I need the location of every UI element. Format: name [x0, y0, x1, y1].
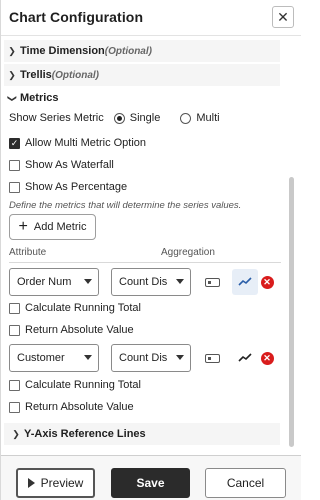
- absolute-value-row[interactable]: Return Absolute Value: [9, 401, 134, 413]
- series-metric-row: Show Series Metric Single Multi: [9, 112, 220, 124]
- trend-toggle-button[interactable]: [232, 269, 258, 295]
- label-toggle-button[interactable]: [202, 351, 222, 365]
- chevron-down-icon: [84, 279, 92, 284]
- radio-multi-label: Multi: [196, 112, 220, 124]
- absolute-value-checkbox[interactable]: [9, 324, 20, 336]
- section-label: Metrics: [20, 92, 59, 104]
- running-total-row[interactable]: Calculate Running Total: [9, 302, 141, 314]
- metrics-hint: Define the metrics that will determine t…: [9, 200, 242, 211]
- radio-single[interactable]: [113, 112, 125, 124]
- allow-multi-label: Allow Multi Metric Option: [25, 137, 147, 149]
- attribute-value: Order Num: [17, 276, 72, 288]
- running-total-label: Calculate Running Total: [25, 379, 141, 391]
- section-label: Y-Axis Reference Lines: [24, 428, 146, 440]
- delete-metric-button[interactable]: ✕: [260, 275, 274, 289]
- add-metric-button[interactable]: + Add Metric: [9, 214, 96, 240]
- waterfall-label: Show As Waterfall: [25, 159, 114, 171]
- label-icon: [204, 277, 220, 287]
- chart-configuration-panel: Chart Configuration ✕ ❯ Time Dimension (…: [0, 0, 301, 500]
- aggregation-value: Count Dis: [119, 352, 168, 364]
- section-label: Time Dimension: [20, 45, 105, 57]
- chevron-right-icon: ❯: [8, 45, 16, 56]
- scrollbar[interactable]: [289, 177, 294, 447]
- preview-button[interactable]: Preview: [16, 468, 95, 498]
- percentage-checkbox[interactable]: [9, 181, 20, 193]
- header-divider: [9, 262, 281, 263]
- label-toggle-button[interactable]: [202, 275, 222, 289]
- absolute-value-row[interactable]: Return Absolute Value: [9, 324, 134, 336]
- play-icon: [27, 478, 35, 488]
- delete-metric-button[interactable]: ✕: [260, 351, 274, 365]
- radio-single-label: Single: [129, 112, 161, 124]
- cancel-label: Cancel: [226, 476, 265, 490]
- percentage-row[interactable]: Show As Percentage: [9, 181, 127, 193]
- running-total-label: Calculate Running Total: [25, 302, 141, 314]
- chevron-down-icon: ❯: [7, 94, 18, 102]
- absolute-value-label: Return Absolute Value: [25, 401, 134, 413]
- save-label: Save: [136, 476, 165, 490]
- section-label: Trellis: [20, 69, 52, 81]
- series-metric-label: Show Series Metric: [9, 112, 104, 124]
- absolute-value-label: Return Absolute Value: [25, 324, 134, 336]
- section-time-dimension[interactable]: ❯ Time Dimension (Optional): [4, 40, 280, 62]
- remove-icon: ✕: [260, 351, 274, 365]
- page-title: Chart Configuration: [9, 9, 144, 25]
- section-y-axis-reference-lines[interactable]: ❯ Y-Axis Reference Lines: [4, 423, 280, 445]
- allow-multi-row[interactable]: ✓ Allow Multi Metric Option: [9, 137, 146, 149]
- chevron-right-icon: ❯: [12, 428, 20, 439]
- plus-icon: +: [18, 218, 28, 235]
- section-metrics[interactable]: ❯ Metrics: [4, 87, 280, 109]
- preview-label: Preview: [40, 476, 84, 490]
- attribute-select[interactable]: Order Num: [9, 268, 99, 296]
- panel-footer: Preview Save Cancel: [1, 455, 301, 500]
- chevron-down-icon: [176, 279, 184, 284]
- attribute-value: Customer: [17, 352, 65, 364]
- close-icon: ✕: [277, 8, 289, 25]
- add-metric-label: Add Metric: [33, 221, 87, 233]
- remove-icon: ✕: [260, 275, 274, 289]
- panel-body[interactable]: ❯ Time Dimension (Optional) ❯ Trellis (O…: [1, 37, 301, 453]
- allow-multi-checkbox[interactable]: ✓: [9, 137, 20, 149]
- aggregation-select[interactable]: Count Dis: [111, 268, 191, 296]
- running-total-row[interactable]: Calculate Running Total: [9, 379, 141, 391]
- optional-tag: (Optional): [51, 69, 100, 81]
- waterfall-checkbox[interactable]: [9, 159, 20, 171]
- save-button[interactable]: Save: [111, 468, 190, 498]
- running-total-checkbox[interactable]: [9, 302, 20, 314]
- attribute-header: Attribute: [9, 247, 47, 258]
- absolute-value-checkbox[interactable]: [9, 401, 20, 413]
- aggregation-select[interactable]: Count Dis: [111, 344, 191, 372]
- panel-header: Chart Configuration ✕: [1, 0, 301, 36]
- cancel-button[interactable]: Cancel: [205, 468, 286, 498]
- aggregation-header: Aggregation: [161, 247, 215, 258]
- chevron-down-icon: [176, 355, 184, 360]
- optional-tag: (Optional): [104, 45, 152, 57]
- radio-multi[interactable]: [180, 112, 192, 124]
- chevron-down-icon: [84, 355, 92, 360]
- trend-line-icon: [238, 277, 252, 286]
- section-trellis[interactable]: ❯ Trellis (Optional): [4, 64, 280, 86]
- chevron-right-icon: ❯: [8, 69, 16, 80]
- trend-toggle-button[interactable]: [232, 345, 258, 371]
- aggregation-value: Count Dis: [119, 276, 168, 288]
- running-total-checkbox[interactable]: [9, 379, 20, 391]
- waterfall-row[interactable]: Show As Waterfall: [9, 159, 114, 171]
- percentage-label: Show As Percentage: [25, 181, 128, 193]
- trend-line-icon: [238, 353, 252, 362]
- attribute-select[interactable]: Customer: [9, 344, 99, 372]
- close-button[interactable]: ✕: [272, 6, 294, 28]
- label-icon: [204, 353, 220, 363]
